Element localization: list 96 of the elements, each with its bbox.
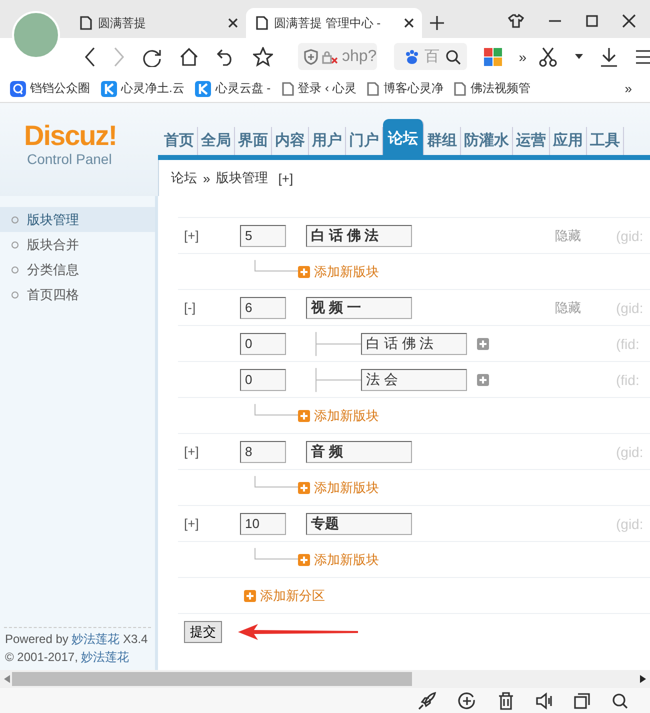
lock-icon xyxy=(322,50,338,64)
status-label: 隐藏 xyxy=(555,226,582,244)
bookmark-link[interactable]: 博客心灵净 xyxy=(367,80,444,97)
horizontal-scrollbar[interactable] xyxy=(0,670,650,688)
download-icon[interactable] xyxy=(600,46,618,66)
sidebar-item[interactable]: 分类信息 xyxy=(0,257,155,282)
tree-line xyxy=(254,548,298,560)
search-icon[interactable] xyxy=(612,692,628,708)
forum-name-field[interactable]: 白 话 佛 法 xyxy=(361,332,467,354)
bookmark-link[interactable]: 铛铛公众圈 xyxy=(10,80,90,97)
caret-icon[interactable] xyxy=(574,54,582,60)
plus-icon xyxy=(298,554,310,566)
tree-line xyxy=(254,404,298,416)
breadcrumb-link[interactable]: 版块管理 xyxy=(216,169,268,187)
plus-icon xyxy=(298,410,310,422)
powered-by-text: Powered by 妙法莲花 X3.4 xyxy=(5,631,149,648)
browser-tab[interactable]: 圆满菩提 xyxy=(70,8,246,38)
close-icon[interactable] xyxy=(622,14,636,28)
scroll-left-icon[interactable] xyxy=(4,675,10,683)
site-link[interactable]: 妙法莲花 xyxy=(72,632,120,646)
speaker-icon[interactable] xyxy=(536,692,552,710)
paw-icon xyxy=(404,48,420,64)
plus-icon xyxy=(298,266,310,278)
order-field[interactable]: 0 xyxy=(240,368,286,390)
back-icon[interactable] xyxy=(84,46,96,66)
bookmark-link[interactable]: 心灵云盘 - xyxy=(195,80,271,97)
category-name-field[interactable]: 视 频 一 xyxy=(306,296,412,318)
order-field[interactable]: 5 xyxy=(240,224,286,246)
close-icon[interactable] xyxy=(228,18,238,28)
breadcrumb-separator: » xyxy=(203,170,210,186)
toggle-link[interactable]: [-] xyxy=(178,300,240,315)
bookmark-link[interactable]: 登录 ‹ 心灵 xyxy=(282,80,356,97)
bookmark-link[interactable]: 佛法视频管 xyxy=(454,80,530,97)
add-shortcut-link[interactable]: [+] xyxy=(278,170,294,186)
toggle-link[interactable]: [+] xyxy=(178,444,240,459)
chat-icon xyxy=(10,80,26,96)
order-field[interactable]: 6 xyxy=(240,296,286,318)
forum-name-field[interactable]: 法 会 xyxy=(361,368,467,390)
page-icon xyxy=(256,16,268,30)
logo-subtitle: Control Panel xyxy=(27,151,113,167)
submit-button[interactable]: 提交 xyxy=(184,621,222,643)
plus-icon xyxy=(298,482,310,494)
add-icon[interactable] xyxy=(477,374,489,386)
sidebar-item[interactable]: 版块管理 xyxy=(0,207,155,232)
site-link[interactable]: 妙法莲花 xyxy=(81,650,130,664)
circle-icon xyxy=(11,240,19,248)
toggle-link[interactable]: [+] xyxy=(178,228,240,243)
sidebar-item[interactable]: 首页四格 xyxy=(0,282,155,307)
category-name-field[interactable]: 音 频 xyxy=(306,440,412,462)
scroll-right-icon[interactable] xyxy=(640,675,646,683)
tree-line xyxy=(254,260,298,272)
add-icon[interactable] xyxy=(477,338,489,350)
menu-icon[interactable] xyxy=(634,48,650,64)
circle-icon xyxy=(11,290,19,298)
order-field[interactable]: 0 xyxy=(240,332,286,354)
circle-icon xyxy=(11,216,19,224)
category-name-field[interactable]: 专题 xyxy=(306,512,412,534)
new-tab-icon[interactable] xyxy=(430,16,444,30)
rocket-icon[interactable] xyxy=(418,692,436,710)
search-icon xyxy=(444,48,461,64)
page-icon xyxy=(367,82,380,96)
page-icon xyxy=(282,82,294,96)
k-letter-icon xyxy=(195,80,212,96)
page-icon xyxy=(80,16,92,30)
close-icon[interactable] xyxy=(404,18,414,28)
copyright-text: © 2001-2017, 妙法莲花 xyxy=(5,649,130,666)
circle-icon xyxy=(11,266,19,274)
logo-title: Discuz! xyxy=(24,121,118,151)
more-button[interactable]: » xyxy=(518,48,526,64)
order-field[interactable]: 10 xyxy=(240,512,286,534)
k-letter-icon xyxy=(101,80,117,96)
window-icon[interactable] xyxy=(574,692,590,708)
more-button[interactable]: » xyxy=(624,81,632,96)
star-icon[interactable] xyxy=(253,46,273,66)
tree-line xyxy=(315,368,361,392)
tree-line xyxy=(315,332,361,356)
browser-tab[interactable]: 圆满菩提 管理中心 - xyxy=(246,8,422,38)
category-name-field[interactable]: 白 话 佛 法 xyxy=(306,224,412,246)
sidebar-item[interactable]: 版块合并 xyxy=(0,232,155,257)
tiles-icon[interactable] xyxy=(484,48,502,66)
status-label: 隐藏 xyxy=(555,298,582,316)
bookmark-link[interactable]: 心灵净土.云 xyxy=(101,80,184,97)
plus-circle-icon[interactable] xyxy=(458,692,476,710)
toggle-link[interactable]: [+] xyxy=(178,516,240,531)
plus-icon xyxy=(244,590,256,602)
home-icon[interactable] xyxy=(179,46,199,66)
nav-tab[interactable]: 论坛 xyxy=(383,119,424,155)
tree-line xyxy=(254,476,298,488)
maximize-icon[interactable] xyxy=(586,15,598,27)
order-field[interactable]: 8 xyxy=(240,440,286,462)
scissors-icon[interactable] xyxy=(538,46,558,66)
shield-icon xyxy=(304,48,318,64)
trash-icon[interactable] xyxy=(498,692,514,710)
breadcrumb-link[interactable]: 论坛 xyxy=(171,169,197,187)
page-icon xyxy=(454,82,466,96)
shirt-icon[interactable] xyxy=(508,14,524,28)
